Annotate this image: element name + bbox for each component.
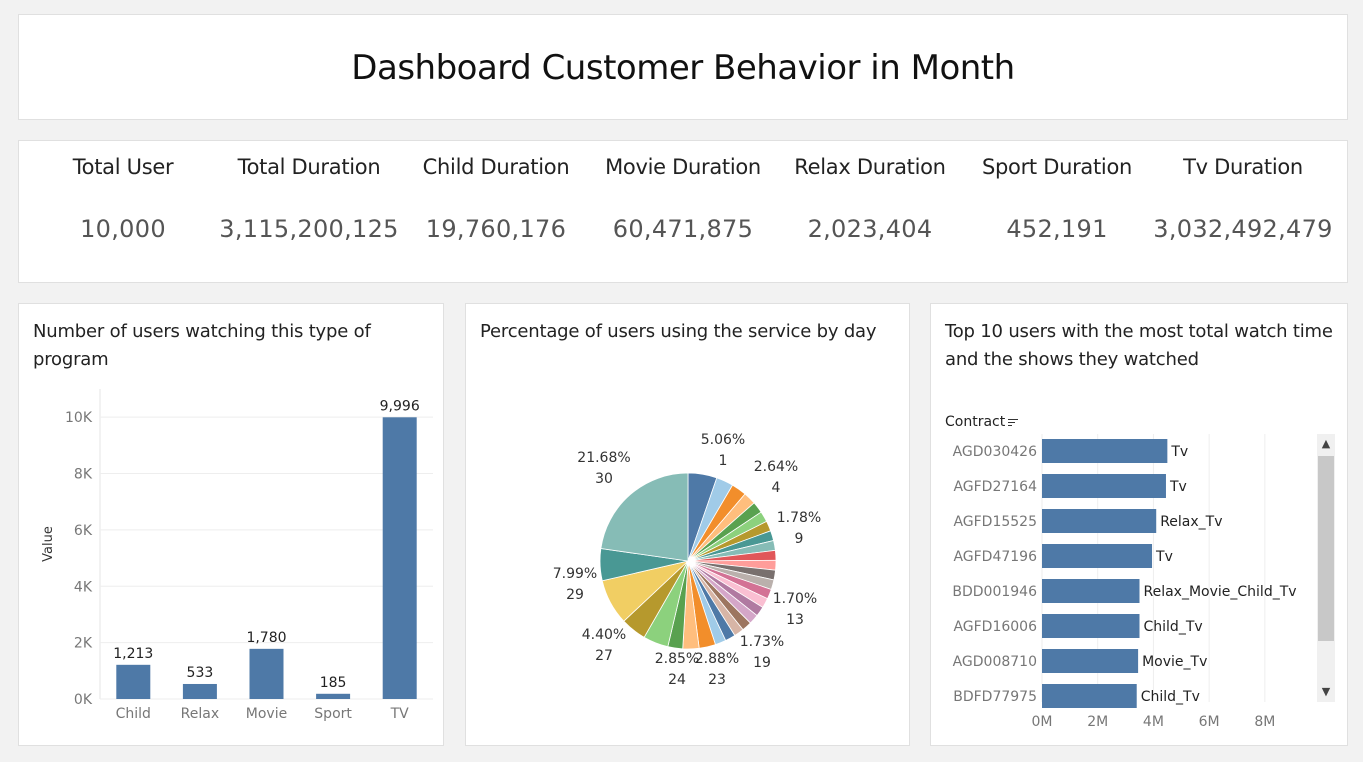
pie-chart-panel: Percentage of users using the service by… xyxy=(465,303,910,746)
bar-label: Tv xyxy=(1170,444,1188,460)
top-users-bar-chart: 0M 2M 4M 6M 8M AGD030426 Tv AGFD27164 Tv AGFD1552… xyxy=(952,434,1297,730)
scroll-thumb[interactable] xyxy=(1318,456,1334,641)
y-tick-label: 6K xyxy=(74,523,93,539)
x-tick-label: 8M xyxy=(1254,714,1275,730)
bar-value-label: 185 xyxy=(320,675,347,691)
pie-day-label: 1 xyxy=(719,453,728,469)
contract-label: AGD030426 xyxy=(953,444,1037,460)
pie-percent-label: 1.78% xyxy=(777,510,821,526)
pie-percent-label: 21.68% xyxy=(577,450,630,466)
kpi-label: Tv Duration xyxy=(1183,155,1303,179)
title-panel: Dashboard Customer Behavior in Month xyxy=(18,14,1348,120)
bar-value-label: 9,996 xyxy=(380,398,420,414)
bar xyxy=(249,648,284,699)
x-tick-label: TV xyxy=(390,706,410,722)
x-tick-label: Relax xyxy=(181,706,219,722)
kpi-label: Movie Duration xyxy=(605,155,761,179)
kpi-value: 10,000 xyxy=(80,215,166,243)
pie-percent-label: 5.06% xyxy=(701,432,745,448)
y-tick-label: 4K xyxy=(74,579,93,595)
kpi-label: Total Duration xyxy=(237,155,381,179)
bar-label: Relax_Movie_Child_Tv xyxy=(1144,584,1297,600)
top-users-panel: Top 10 users with the most total watch t… xyxy=(930,303,1348,746)
contract-label: AGD008710 xyxy=(953,654,1037,670)
x-tick-label: 4M xyxy=(1143,714,1164,730)
bar xyxy=(1042,684,1137,708)
pie-day-label: 13 xyxy=(786,612,804,628)
contract-label: AGFD47196 xyxy=(953,549,1037,565)
bar xyxy=(1042,614,1140,638)
bar xyxy=(1042,544,1153,568)
pie-day-label: 27 xyxy=(595,648,613,664)
pie-slice xyxy=(600,472,689,562)
pie-percent-label: 1.70% xyxy=(773,591,817,607)
pie-percent-label: 7.99% xyxy=(553,566,597,582)
usage-by-day-pie-chart: 5.06% 1 2.64% 4 1.78% 9 1.70% 131.73% 19 2.88% 23 2… xyxy=(553,432,821,688)
kpi-label: Relax Duration xyxy=(794,155,946,179)
bar xyxy=(382,417,417,699)
contract-label: AGFD15525 xyxy=(953,514,1037,530)
contract-label: BDD001946 xyxy=(952,584,1037,600)
bar-label: Tv xyxy=(1169,479,1187,495)
pie-percent-label: 1.73% xyxy=(740,634,784,650)
y-tick-label: 10K xyxy=(65,410,93,426)
users-by-program-chart: 0K 2K 4K 6K 8K 10K Value 1,213 Child 533 Relax 1,78… xyxy=(41,389,433,722)
kpi-value: 2,023,404 xyxy=(807,215,933,243)
pie-percent-label: 2.64% xyxy=(754,459,798,475)
bar xyxy=(1042,579,1140,603)
kpi-panel: Total User 10,000 Total Duration 3,115,2… xyxy=(18,140,1348,283)
y-tick-label: 2K xyxy=(74,636,93,652)
contract-label: BDFD77975 xyxy=(953,689,1037,705)
chevron-down-icon[interactable]: ▼ xyxy=(1317,682,1335,702)
kpi-value: 60,471,875 xyxy=(612,215,754,243)
pie-percent-label: 2.88% xyxy=(695,651,739,667)
bar xyxy=(1042,509,1157,533)
x-tick-label: 0M xyxy=(1032,714,1053,730)
pie-day-label: 9 xyxy=(795,531,804,547)
bar xyxy=(182,683,217,699)
x-tick-label: Movie xyxy=(246,706,287,722)
kpi-value: 3,115,200,125 xyxy=(219,215,399,243)
bar xyxy=(1042,474,1166,498)
bar-chart-panel: Number of users watching this type of pr… xyxy=(18,303,444,746)
pie-percent-label: 2.85% xyxy=(655,651,699,667)
pie-day-label: 29 xyxy=(566,587,584,603)
bar-value-label: 533 xyxy=(187,665,214,681)
chevron-up-icon[interactable]: ▲ xyxy=(1317,434,1335,454)
bar-value-label: 1,213 xyxy=(113,646,153,662)
x-tick-label: Sport xyxy=(314,706,352,722)
kpi-label: Total User xyxy=(72,155,174,179)
x-tick-label: 2M xyxy=(1087,714,1108,730)
bar-label: Child_Tv xyxy=(1141,689,1200,705)
y-axis-label: Value xyxy=(41,526,56,562)
bar-label: Tv xyxy=(1155,549,1173,565)
x-tick-label: 6M xyxy=(1199,714,1220,730)
pie-day-label: 19 xyxy=(753,655,771,671)
x-tick-label: Child xyxy=(116,706,151,722)
contract-label: AGFD16006 xyxy=(953,619,1037,635)
kpi-label: Sport Duration xyxy=(981,155,1133,179)
pie-percent-label: 4.40% xyxy=(582,627,626,643)
pie-day-label: 30 xyxy=(595,471,613,487)
pie-day-label: 24 xyxy=(668,672,686,688)
pie-day-label: 23 xyxy=(708,672,726,688)
y-tick-label: 8K xyxy=(74,467,93,483)
kpi-label: Child Duration xyxy=(422,155,570,179)
bar xyxy=(116,664,151,699)
bar-value-label: 1,780 xyxy=(246,630,286,646)
kpi-value: 19,760,176 xyxy=(425,215,567,243)
bar-label: Movie_Tv xyxy=(1142,654,1207,670)
dashboard-title: Dashboard Customer Behavior in Month xyxy=(351,48,1015,88)
bar-label: Relax_Tv xyxy=(1160,514,1222,530)
contract-label: AGFD27164 xyxy=(953,479,1037,495)
vertical-scrollbar[interactable]: ▲ ▼ xyxy=(1317,434,1335,702)
kpi-value: 452,191 xyxy=(1006,215,1108,243)
bar xyxy=(316,693,351,699)
bar xyxy=(1042,439,1168,463)
y-tick-label: 0K xyxy=(74,692,93,708)
bar-label: Child_Tv xyxy=(1144,619,1203,635)
pie-day-label: 4 xyxy=(772,480,781,496)
kpi-value: 3,032,492,479 xyxy=(1153,215,1333,243)
bar xyxy=(1042,649,1139,673)
